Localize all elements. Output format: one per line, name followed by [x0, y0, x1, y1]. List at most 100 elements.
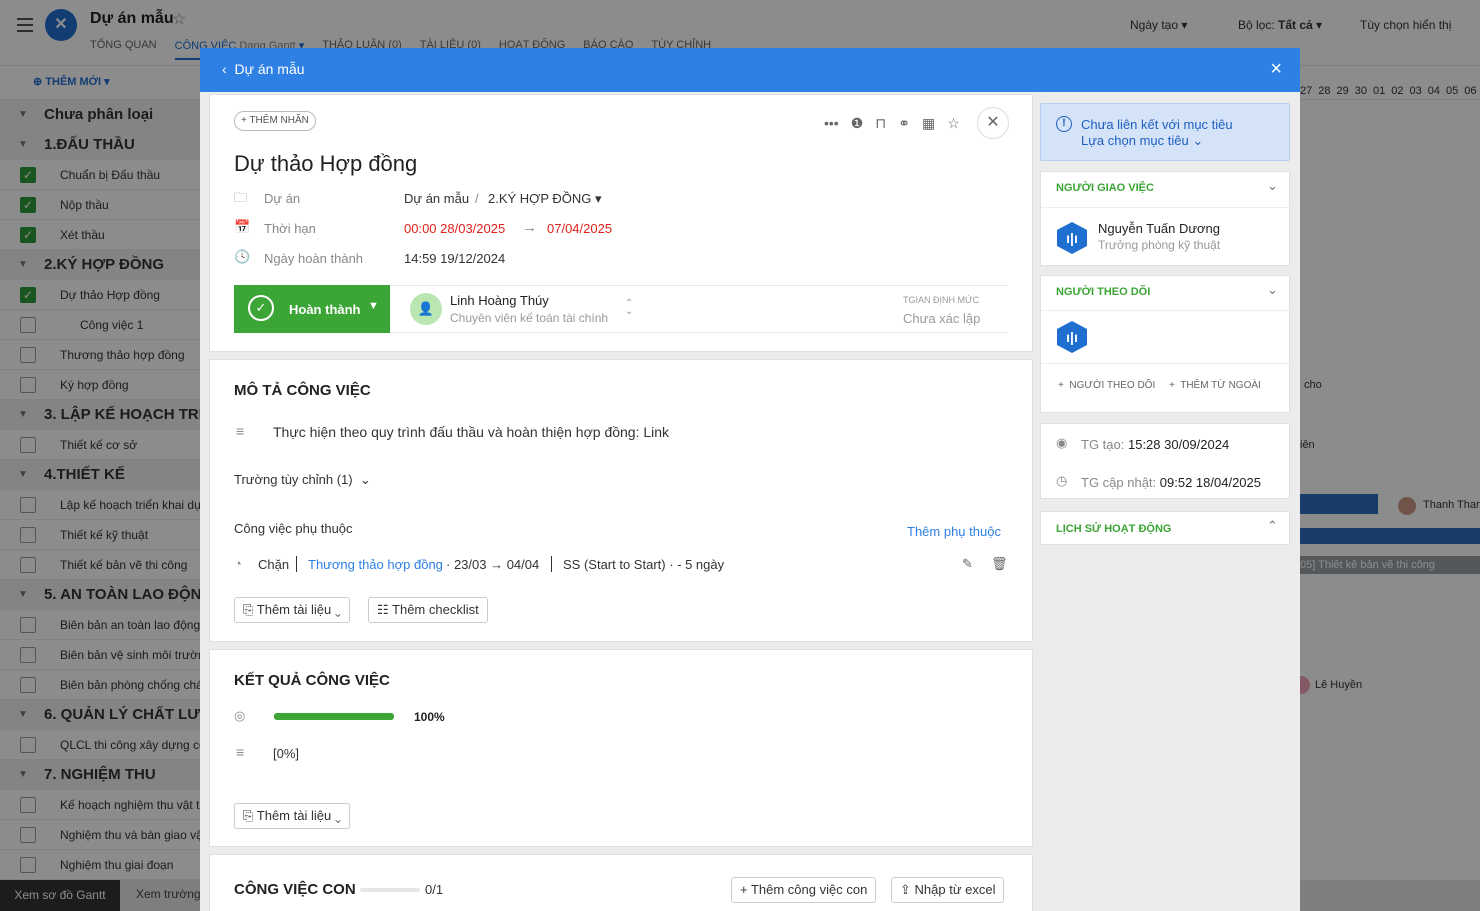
goal-banner[interactable]: ! Chưa liên kết với mục tiêu Lựa chọn mụ… — [1040, 103, 1290, 161]
status-label: Hoàn thành — [289, 302, 361, 317]
divider — [1041, 207, 1291, 208]
add-document-button[interactable]: ⎘ Thêm tài liệu ⌄ — [234, 597, 350, 623]
project-label: Dự án — [264, 191, 301, 206]
task-summary-card: + THÊM NHÃN ••• ❶ ⊓ ⚭ ▦ ☆ ✕ Dự thảo Hợp … — [209, 94, 1033, 352]
deadline-start[interactable]: 00:00 28/03/2025 — [404, 221, 505, 236]
assigner-card: NGƯỜI GIAO VIỆC ⌄ ı|ı Nguyễn Tuấn Dương … — [1040, 171, 1291, 266]
add-tag-button[interactable]: + THÊM NHÃN — [234, 111, 316, 131]
add-checklist-label: Thêm checklist — [392, 602, 479, 617]
priority-icon[interactable]: ❶ — [851, 115, 864, 132]
updated-label: TG cập nhật: — [1081, 475, 1157, 490]
description-card: MÔ TẢ CÔNG VIỆC ≡ Thực hiện theo quy trì… — [209, 359, 1033, 642]
avatar-icon: ◉ — [1056, 435, 1068, 450]
task-detail-modal: ‹ Dự án mẫu × + THÊM NHÃN ••• ❶ ⊓ ⚭ ▦ ☆ … — [200, 48, 1300, 911]
add-document-button[interactable]: ⎘ Thêm tài liệu ⌄ — [234, 803, 350, 829]
dependency-title: Công việc phụ thuộc — [234, 521, 353, 536]
progress-bar[interactable] — [274, 713, 394, 720]
subtask-card: CÔNG VIỆC CON 0/1 + Thêm công việc con ⇪… — [209, 854, 1033, 911]
add-subtask-button[interactable]: + Thêm công việc con — [731, 877, 877, 903]
close-icon[interactable]: × — [1270, 58, 1282, 81]
custom-fields-toggle[interactable]: Trường tùy chỉnh (1) ⌄ — [234, 472, 371, 488]
check-icon: ✓ — [248, 295, 274, 321]
back-label: Dự án mẫu — [234, 61, 305, 77]
select-goal-label: Lựa chọn mục tiêu — [1081, 133, 1189, 148]
dependency-type: Chặn — [258, 557, 290, 572]
custom-fields-label: Trường tùy chỉnh (1) — [234, 472, 353, 487]
chevron-down-icon[interactable]: ⌄ — [1267, 178, 1278, 194]
add-follower-button[interactable]: + NGƯỜI THEO DÕI — [1058, 380, 1155, 391]
clock-icon: ◷ — [1056, 473, 1068, 488]
calendar-add-icon[interactable]: ▦ — [922, 115, 935, 132]
dependency-task-link[interactable]: Thương thảo hợp đồng — [308, 557, 443, 572]
close-icon[interactable]: ✕ — [977, 107, 1009, 139]
description-text[interactable]: Thực hiện theo quy trình đấu thầu và hoà… — [273, 424, 669, 440]
add-external-button[interactable]: + THÊM TỪ NGOÀI — [1169, 380, 1261, 391]
dependency-row: ◔ Chặn Thương thảo hợp đồng · 23/03 → 04… — [234, 556, 1010, 578]
avatar: 👤 — [410, 293, 442, 325]
section-title: NGƯỜI GIAO VIỆC — [1056, 182, 1154, 194]
avatar[interactable]: ı|ı — [1057, 321, 1087, 353]
avatar: ı|ı — [1057, 222, 1087, 254]
assignee-name[interactable]: Linh Hoàng Thúy — [450, 293, 549, 308]
edit-icon[interactable]: ✎ — [962, 556, 973, 572]
assigner-role: Trưởng phòng kỹ thuật — [1098, 238, 1221, 252]
norm-time-label: TGIAN ĐỊNH MỨC — [903, 295, 980, 305]
select-goal-link[interactable]: Lựa chọn mục tiêu ⌄ — [1081, 133, 1203, 149]
add-document-label: Thêm tài liệu — [256, 808, 332, 823]
assignee-role: Chuyên viên kế toán tài chính — [450, 311, 609, 325]
project-link[interactable]: Dự án mẫu — [404, 191, 469, 206]
sort-icon[interactable]: ⌃ ⌄ — [625, 299, 633, 317]
divider — [1041, 310, 1291, 311]
star-icon[interactable]: ☆ — [947, 115, 960, 132]
section-title: NGƯỜI THEO DÕI — [1056, 286, 1151, 298]
goal-status: Chưa liên kết với mục tiêu — [1081, 117, 1233, 132]
timestamps-card: ◉ TG tạo: 15:28 30/09/2024 ◷ TG cập nhật… — [1040, 423, 1290, 499]
chevron-down-icon[interactable]: ⌄ — [1267, 282, 1278, 298]
updated-value: 09:52 18/04/2025 — [1159, 475, 1261, 490]
chevron-up-icon[interactable]: ⌃ — [1267, 518, 1278, 534]
add-external-label: THÊM TỪ NGOÀI — [1180, 380, 1261, 391]
text-icon: ≡ — [236, 744, 245, 760]
divider — [551, 556, 552, 572]
section-title: MÔ TẢ CÔNG VIỆC — [234, 382, 371, 399]
add-subtask-label: Thêm công việc con — [750, 882, 868, 897]
progress-check-icon: ◎ — [234, 708, 246, 723]
clock-icon: 🕓 — [234, 249, 251, 264]
trash-icon[interactable]: 🗑 — [991, 556, 1008, 572]
add-document-label: Thêm tài liệu — [256, 602, 332, 617]
arrow-right-icon: → — [522, 219, 537, 236]
followers-card: NGƯỜI THEO DÕI ⌄ ı|ı + NGƯỜI THEO DÕI + … — [1040, 275, 1291, 413]
subtask-progress-bar — [360, 888, 420, 892]
import-excel-button[interactable]: ⇪ Nhập từ excel — [891, 877, 1005, 903]
task-title[interactable]: Dự thảo Hợp đồng — [234, 151, 417, 177]
calendar-icon: 📅 — [234, 219, 251, 234]
section-title: CÔNG VIỆC CON — [234, 881, 356, 898]
status-button[interactable]: ✓ Hoàn thành ▼ — [234, 285, 390, 333]
history-card[interactable]: LỊCH SỬ HOẠT ĐỘNG ⌃ — [1040, 511, 1290, 545]
info-icon: ! — [1056, 116, 1072, 132]
deadline-label: Thời hạn — [264, 221, 316, 236]
project-separator: / — [475, 191, 479, 206]
result-card: KẾT QUẢ CÔNG VIỆC ◎ 100% ≡ [0%] ⎘ Thêm t… — [209, 649, 1033, 847]
import-excel-label: Nhập từ excel — [914, 882, 996, 897]
chevron-down-icon: ▼ — [368, 300, 379, 312]
completed-label: Ngày hoàn thành — [264, 251, 364, 266]
add-checklist-button[interactable]: ☷ Thêm checklist — [368, 597, 488, 623]
dependency-dates: · 23/03 → 04/04 — [446, 557, 540, 572]
result-note[interactable]: [0%] — [273, 746, 299, 761]
progress-text: 100% — [414, 710, 445, 724]
modal-header: ‹ Dự án mẫu × — [200, 48, 1300, 92]
link-icon[interactable]: ⚭ — [898, 115, 910, 132]
assigner-name[interactable]: Nguyễn Tuấn Dương — [1098, 221, 1220, 236]
back-button[interactable]: ‹ Dự án mẫu — [222, 61, 305, 77]
subtask-count: 0/1 — [425, 882, 444, 897]
more-icon[interactable]: ••• — [824, 115, 839, 132]
created-value: 15:28 30/09/2024 — [1127, 437, 1230, 452]
deadline-end[interactable]: 07/04/2025 — [547, 221, 612, 236]
add-dependency-link[interactable]: Thêm phụ thuộc — [907, 524, 1001, 539]
bookmark-icon[interactable]: ⊓ — [875, 115, 886, 132]
norm-time-value[interactable]: Chưa xác lập — [903, 311, 980, 326]
project-group-label: 2.KÝ HỢP ĐỒNG — [488, 191, 592, 206]
project-group-dropdown[interactable]: 2.KÝ HỢP ĐỒNG ▾ — [488, 191, 602, 207]
created-label: TG tạo: — [1081, 437, 1125, 452]
